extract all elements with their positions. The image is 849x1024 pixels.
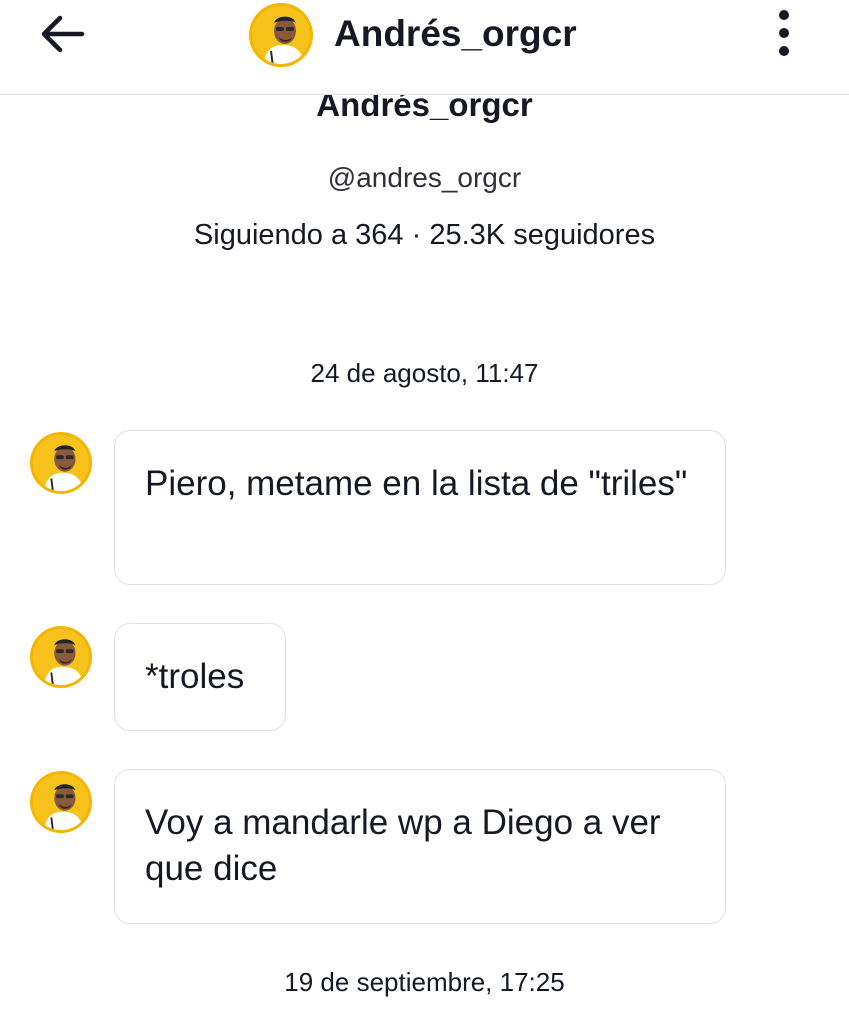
more-vertical-icon-dot xyxy=(779,46,789,56)
message-bubble[interactable]: Piero, metame en la lista de "triles" xyxy=(114,430,726,585)
message-timestamp: 24 de agosto, 11:47 xyxy=(310,358,539,388)
back-button[interactable] xyxy=(36,10,88,58)
following-count[interactable]: Siguiendo a 364 xyxy=(194,219,404,251)
header-avatar[interactable] xyxy=(249,3,313,67)
arrow-left-icon xyxy=(41,15,85,53)
more-vertical-icon-dot xyxy=(779,28,789,38)
sender-avatar[interactable] xyxy=(30,432,92,494)
sender-avatar[interactable] xyxy=(30,626,92,688)
chat-header: Andrés_orgcr xyxy=(0,0,849,95)
message-bubble[interactable]: *troles xyxy=(114,623,286,731)
profile-handle: @andres_orgcr xyxy=(327,162,522,193)
message-bubble[interactable]: Voy a mandarle wp a Diego a ver que dice xyxy=(114,769,726,924)
message-timestamp: 19 de septiembre, 17:25 xyxy=(284,967,565,997)
chat-screen: Andrés_orgcr Andrés_orgcr @andres_orgcr … xyxy=(0,0,849,1024)
profile-stats: Siguiendo a 364 · 25.3K seguidores xyxy=(0,216,849,254)
more-options-button[interactable] xyxy=(762,6,806,60)
more-vertical-icon xyxy=(779,10,789,20)
header-title[interactable]: Andrés_orgcr xyxy=(334,10,577,58)
followers-count[interactable]: 25.3K seguidores xyxy=(429,219,655,251)
sender-avatar[interactable] xyxy=(30,771,92,833)
stats-separator: · xyxy=(411,219,422,251)
